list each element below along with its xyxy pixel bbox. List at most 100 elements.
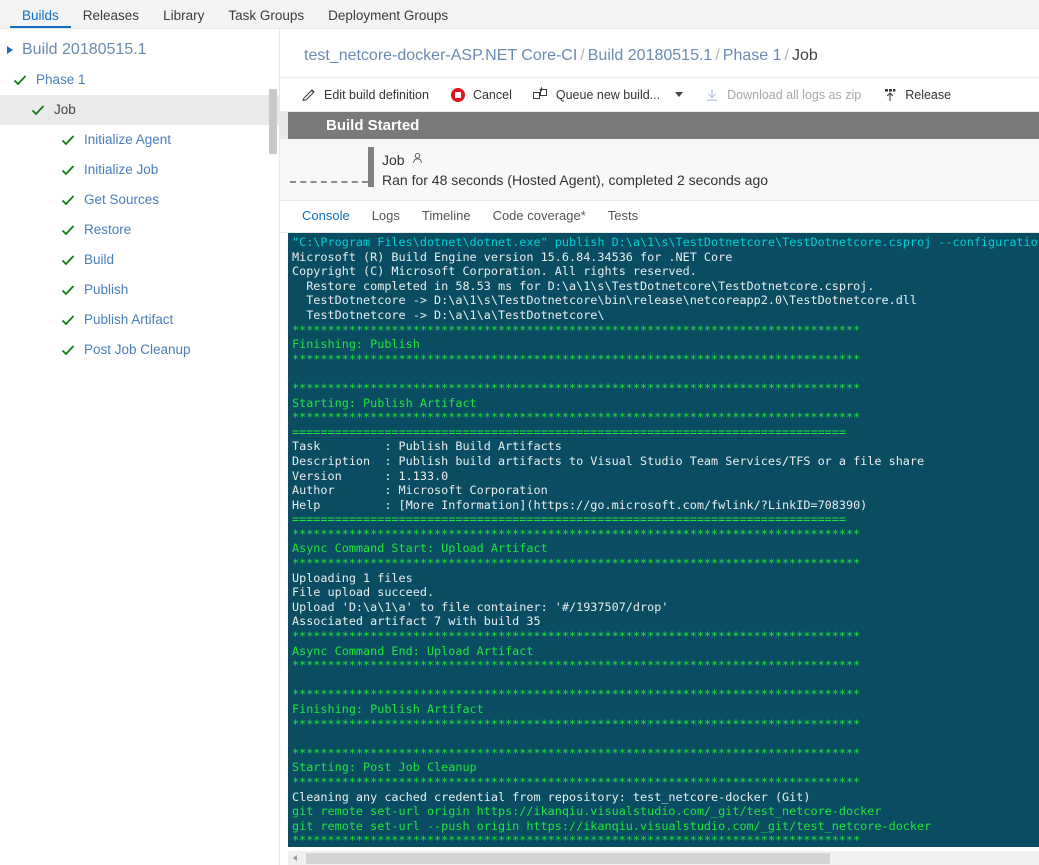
console-line: Finishing: Publish: [292, 337, 420, 352]
status-band-left-edge: [280, 112, 288, 139]
check-icon: [60, 282, 76, 298]
console-line: TestDotnetcore -> D:\a\1\a\TestDotnetcor…: [292, 307, 605, 322]
tree-item-job[interactable]: Job: [0, 95, 279, 125]
console-line: ========================================…: [292, 424, 846, 439]
build-detail-pane: test_netcore-docker-ASP.NET Core-CI / Buil…: [280, 29, 1039, 865]
release-label: Release: [905, 87, 952, 102]
nav-tab-task-groups[interactable]: Task Groups: [216, 8, 316, 29]
triangle-right-icon[interactable]: [4, 43, 18, 57]
tree-item-label: Publish: [84, 282, 129, 298]
pencil-icon: [300, 86, 318, 104]
job-summary-panel[interactable]: Job Ran for 48 seconds (Hosted Agent), c…: [280, 139, 1039, 201]
top-navigation-bar: Builds Releases Library Task Groups Depl…: [0, 0, 1039, 29]
tree-item-initialize-job[interactable]: Initialize Job: [0, 155, 279, 185]
console-line: ****************************************…: [292, 556, 861, 571]
tree-item-label: Restore: [84, 222, 132, 238]
console-line: Help : [More Information](https://go.mic…: [292, 497, 868, 512]
console-line: Starting: Post Job Cleanup: [292, 760, 477, 775]
console-line: ****************************************…: [292, 687, 861, 702]
console-line: Task : Publish Build Artifacts: [292, 439, 562, 454]
tree-item-publish[interactable]: Publish: [0, 275, 279, 305]
tree-item-post-job-cleanup[interactable]: Post Job Cleanup: [0, 335, 279, 365]
status-band-container: Build Started: [280, 112, 1039, 139]
tree-item-build-step[interactable]: Build: [0, 245, 279, 275]
tab-logs[interactable]: Logs: [372, 208, 400, 225]
breadcrumb-phase[interactable]: Phase 1: [723, 47, 782, 64]
nav-tab-releases[interactable]: Releases: [71, 8, 151, 29]
tab-tests[interactable]: Tests: [608, 208, 638, 225]
nav-tab-deployment-groups[interactable]: Deployment Groups: [316, 8, 460, 29]
console-line: ****************************************…: [292, 774, 861, 789]
nav-tab-builds[interactable]: Builds: [10, 8, 71, 28]
console-line: ****************************************…: [292, 380, 861, 395]
breadcrumb-separator: /: [784, 47, 789, 64]
queue-new-build-label: Queue new build...: [555, 87, 661, 102]
scroll-left-arrow-icon[interactable]: [288, 851, 302, 865]
console-horizontal-scrollbar[interactable]: [288, 851, 1039, 865]
sidebar-scrollbar-thumb[interactable]: [269, 89, 277, 154]
queue-new-build-button[interactable]: Queue new build...: [532, 82, 660, 108]
console-line: Uploading 1 files: [292, 570, 413, 585]
console-line: git remote set-url origin https://ikanqi…: [292, 804, 882, 819]
console-line: Upload 'D:\a\1\a' to file container: '#/…: [292, 599, 669, 614]
console-line: ****************************************…: [292, 658, 861, 673]
download-icon: [703, 86, 721, 104]
check-icon: [60, 192, 76, 208]
build-tree-sidebar: Build 20180515.1 Phase 1 Job Initialize …: [0, 29, 280, 865]
tree-item-label: Initialize Agent: [84, 132, 172, 148]
tree-item-restore[interactable]: Restore: [0, 215, 279, 245]
tab-code-coverage[interactable]: Code coverage*: [493, 208, 586, 225]
job-summary-detail: Ran for 48 seconds (Hosted Agent), compl…: [382, 171, 769, 188]
console-scrollbar-thumb[interactable]: [306, 852, 830, 864]
action-toolbar: Edit build definition Cancel Queue new b…: [280, 78, 1039, 112]
console-line: File upload succeed.: [292, 585, 435, 600]
nav-tab-library[interactable]: Library: [151, 8, 216, 29]
check-icon: [60, 132, 76, 148]
tree-item-publish-artifact[interactable]: Publish Artifact: [0, 305, 279, 335]
tree-item-phase-label: Phase 1: [36, 72, 86, 88]
tree-item-phase[interactable]: Phase 1: [0, 65, 279, 95]
cancel-label: Cancel: [472, 87, 512, 102]
detail-tabs: Console Logs Timeline Code coverage* Tes…: [280, 201, 1039, 233]
tree-item-get-sources[interactable]: Get Sources: [0, 185, 279, 215]
release-icon: [881, 86, 899, 104]
edit-build-definition-button[interactable]: Edit build definition: [300, 82, 429, 108]
check-icon: [60, 222, 76, 238]
tree-item-label: Build: [84, 252, 115, 268]
tab-console[interactable]: Console: [302, 208, 350, 225]
cancel-button[interactable]: Cancel: [449, 82, 512, 108]
console-line: Copyright (C) Microsoft Corporation. All…: [292, 264, 697, 279]
tree-item-initialize-agent[interactable]: Initialize Agent: [0, 125, 279, 155]
check-icon: [30, 102, 46, 118]
tree-item-label: Initialize Job: [84, 162, 159, 178]
console-output[interactable]: "C:\Program Files\dotnet\dotnet.exe" pub…: [288, 233, 1039, 847]
release-button[interactable]: Release: [881, 82, 951, 108]
tab-timeline[interactable]: Timeline: [422, 208, 471, 225]
console-line: ****************************************…: [292, 410, 861, 425]
check-icon: [60, 312, 76, 328]
download-logs-button[interactable]: Download all logs as zip: [703, 82, 861, 108]
status-band: Build Started: [280, 112, 1039, 139]
console-line: Cleaning any cached credential from repo…: [292, 789, 811, 804]
job-summary-title: Job: [382, 151, 405, 168]
console-line: Version : 1.133.0: [292, 468, 449, 483]
breadcrumb-build[interactable]: Build 20180515.1: [588, 47, 713, 64]
download-logs-label: Download all logs as zip: [727, 87, 862, 102]
tree-item-build[interactable]: Build 20180515.1: [0, 35, 279, 65]
queue-new-build-dropdown-caret[interactable]: [675, 92, 684, 97]
console-line: ****************************************…: [292, 833, 861, 847]
cancel-circle-icon: [449, 86, 467, 104]
tree-item-job-label: Job: [54, 102, 76, 118]
console-line: Finishing: Publish Artifact: [292, 702, 484, 716]
job-summary-title-row: Job: [382, 152, 768, 168]
console-line: ****************************************…: [292, 526, 861, 541]
breadcrumb-definition[interactable]: test_netcore-docker-ASP.NET Core-CI: [304, 47, 577, 64]
timeline-job-bar: [368, 147, 374, 187]
console-line: ****************************************…: [292, 322, 861, 337]
console-line: TestDotnetcore -> D:\a\1\s\TestDotnetcor…: [292, 293, 918, 308]
console-line: ****************************************…: [292, 745, 861, 760]
person-icon: [411, 152, 424, 168]
